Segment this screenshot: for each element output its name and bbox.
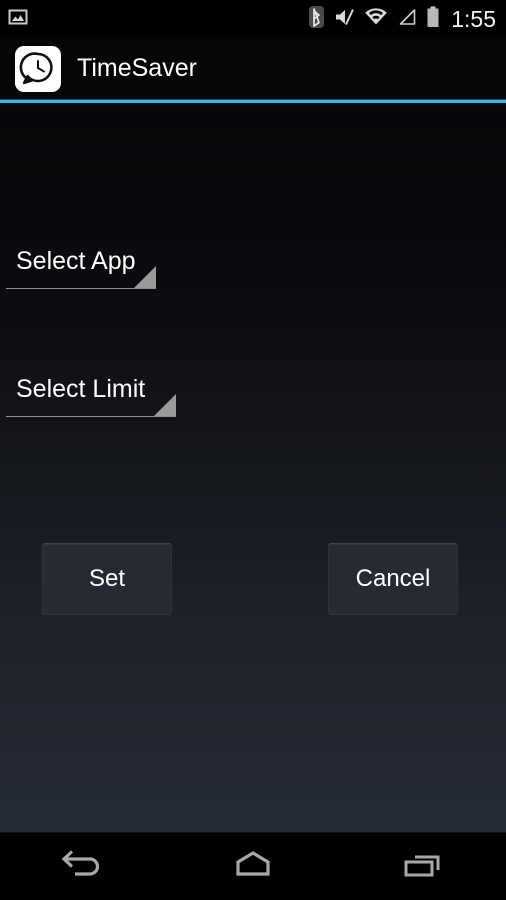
status-bar: 1:55: [0, 0, 506, 38]
select-limit-spinner[interactable]: Select Limit: [6, 371, 186, 417]
chevron-down-icon: [134, 266, 156, 288]
status-bar-notifications: [0, 7, 28, 32]
select-app-spinner[interactable]: Select App: [6, 243, 166, 289]
nav-back-button[interactable]: [24, 833, 144, 900]
spinner-underline: [6, 288, 156, 289]
battery-icon: [426, 6, 440, 33]
nav-recents-button[interactable]: [362, 833, 482, 900]
select-limit-spinner-label: Select Limit: [16, 375, 146, 403]
cell-signal-icon: [397, 7, 417, 32]
set-button[interactable]: Set: [42, 543, 172, 615]
wifi-icon: [364, 7, 388, 32]
chevron-down-icon: [154, 394, 176, 416]
bluetooth-icon: [309, 5, 325, 33]
back-arrow-icon: [56, 847, 112, 886]
volume-mute-icon: [333, 6, 355, 33]
select-app-spinner-label: Select App: [16, 247, 136, 275]
screenshot-image-icon: [8, 7, 28, 32]
cancel-button[interactable]: Cancel: [328, 543, 458, 615]
cancel-button-label: Cancel: [355, 565, 431, 592]
status-bar-clock: 1:55: [451, 5, 496, 32]
timesaver-app-icon[interactable]: [15, 45, 61, 92]
spinner-underline: [6, 416, 176, 417]
page-title: TimeSaver: [77, 54, 197, 82]
set-button-label: Set: [88, 565, 126, 592]
main-content: Select App Select Limit Set Cancel: [0, 103, 506, 832]
home-icon: [225, 847, 281, 886]
recent-apps-icon: [394, 847, 450, 886]
nav-home-button[interactable]: [193, 833, 313, 900]
phone-screen: 1:55 TimeSaver Select App Select Limit S…: [0, 0, 506, 900]
status-bar-system-icons: 1:55: [309, 5, 506, 33]
action-bar: TimeSaver: [0, 38, 506, 99]
navigation-bar: [0, 832, 506, 900]
